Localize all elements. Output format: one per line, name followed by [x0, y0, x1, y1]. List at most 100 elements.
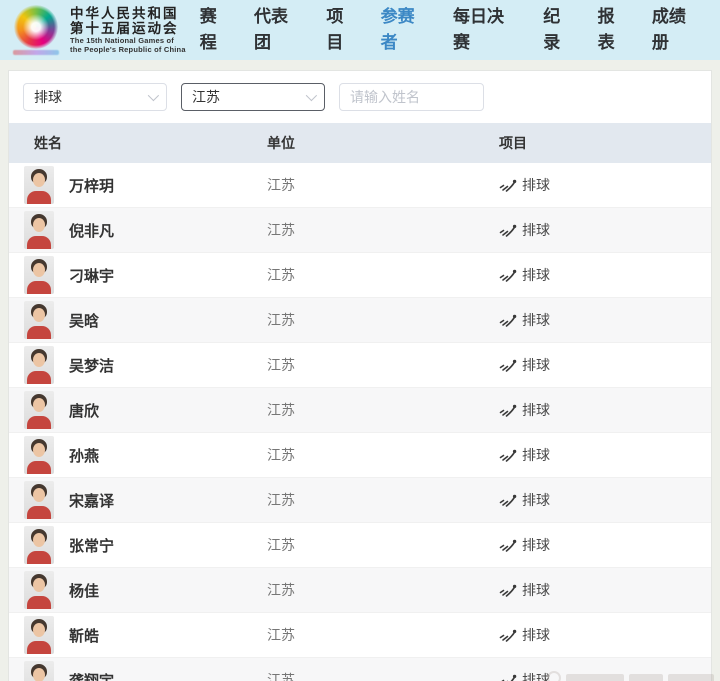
games-emblem-icon	[14, 5, 58, 49]
logo-text: 中华人民共和国 第十五届运动会 The 15th National Games …	[70, 6, 186, 54]
athlete-name: 宋嘉译	[69, 490, 114, 511]
athlete-name: 龚翔宇	[69, 670, 114, 681]
table-row[interactable]: 刁琳宇 江苏 排球	[9, 253, 711, 298]
athlete-name: 孙燕	[69, 445, 99, 466]
unit-cell: 江苏	[267, 535, 499, 555]
games-emblem-caption	[13, 50, 59, 55]
athlete-name: 张常宁	[69, 535, 114, 556]
volleyball-icon	[499, 538, 517, 553]
athlete-name: 吴晗	[69, 310, 99, 331]
table-row[interactable]: 孙燕 江苏 排球	[9, 433, 711, 478]
unit-cell: 江苏	[267, 220, 499, 240]
event-label: 排球	[522, 580, 550, 600]
event-label: 排球	[522, 400, 550, 420]
event-cell: 排球	[499, 490, 711, 510]
volleyball-icon	[499, 223, 517, 238]
athlete-photo	[24, 481, 54, 519]
event-label: 排球	[522, 355, 550, 375]
unit-cell: 江苏	[267, 445, 499, 465]
top-header: 中华人民共和国 第十五届运动会 The 15th National Games …	[0, 0, 720, 60]
athlete-cell: 刁琳宇	[24, 256, 267, 294]
athlete-photo	[24, 256, 54, 294]
unit-cell: 江苏	[267, 355, 499, 375]
region-select[interactable]: 江苏	[181, 83, 325, 111]
athlete-photo	[24, 571, 54, 609]
chevron-down-icon	[148, 90, 159, 101]
athlete-photo	[24, 436, 54, 474]
sport-select[interactable]: 排球	[23, 83, 167, 111]
athlete-photo	[24, 661, 54, 681]
event-label: 排球	[522, 625, 550, 645]
unit-cell: 江苏	[267, 625, 499, 645]
unit-cell: 江苏	[267, 400, 499, 420]
event-cell: 排球	[499, 310, 711, 330]
column-header-name: 姓名	[34, 133, 267, 153]
main-nav: 赛程 代表团 项目 参赛者 每日决赛 纪录 报表 成绩册	[200, 4, 706, 57]
nav-item-results-book[interactable]: 成绩册	[652, 4, 690, 57]
column-header-unit: 单位	[267, 133, 499, 153]
event-cell: 排球	[499, 445, 711, 465]
volleyball-icon	[499, 628, 517, 643]
athlete-photo	[24, 526, 54, 564]
table-header: 姓名 单位 项目	[9, 123, 711, 163]
nav-item-records[interactable]: 纪录	[543, 4, 563, 57]
table-row[interactable]: 龚翔宇 江苏 排球	[9, 658, 711, 681]
athlete-cell: 吴梦洁	[24, 346, 267, 384]
event-label: 排球	[522, 670, 550, 681]
table-row[interactable]: 宋嘉译 江苏 排球	[9, 478, 711, 523]
volleyball-icon	[499, 268, 517, 283]
unit-cell: 江苏	[267, 670, 499, 681]
athlete-photo	[24, 391, 54, 429]
event-cell: 排球	[499, 535, 711, 555]
table-row[interactable]: 唐欣 江苏 排球	[9, 388, 711, 433]
unit-cell: 江苏	[267, 265, 499, 285]
table-row[interactable]: 杨佳 江苏 排球	[9, 568, 711, 613]
event-cell: 排球	[499, 625, 711, 645]
chevron-down-icon	[306, 90, 317, 101]
name-search-input[interactable]	[339, 83, 484, 111]
volleyball-icon	[499, 403, 517, 418]
athlete-name: 万梓玥	[69, 175, 114, 196]
nav-item-reports[interactable]: 报表	[598, 4, 618, 57]
event-label: 排球	[522, 220, 550, 240]
nav-item-schedule[interactable]: 赛程	[200, 4, 220, 57]
games-logo	[10, 5, 62, 55]
athlete-cell: 吴晗	[24, 301, 267, 339]
unit-cell: 江苏	[267, 490, 499, 510]
table-row[interactable]: 万梓玥 江苏 排球	[9, 163, 711, 208]
athlete-table: 万梓玥 江苏 排球 倪非凡 江苏 排球 刁琳宇 江苏	[9, 163, 711, 681]
athlete-cell: 倪非凡	[24, 211, 267, 249]
nav-item-delegations[interactable]: 代表团	[254, 4, 292, 57]
volleyball-icon	[499, 178, 517, 193]
athlete-name: 靳皓	[69, 625, 99, 646]
unit-cell: 江苏	[267, 580, 499, 600]
nav-item-daily-finals[interactable]: 每日决赛	[453, 4, 509, 57]
table-row[interactable]: 吴晗 江苏 排球	[9, 298, 711, 343]
event-label: 排球	[522, 490, 550, 510]
athlete-cell: 唐欣	[24, 391, 267, 429]
volleyball-icon	[499, 583, 517, 598]
athlete-name: 倪非凡	[69, 220, 114, 241]
athlete-name: 杨佳	[69, 580, 99, 601]
column-header-event: 项目	[499, 133, 711, 153]
nav-item-events[interactable]: 项目	[326, 4, 346, 57]
table-row[interactable]: 靳皓 江苏 排球	[9, 613, 711, 658]
table-row[interactable]: 吴梦洁 江苏 排球	[9, 343, 711, 388]
athlete-photo	[24, 301, 54, 339]
event-cell: 排球	[499, 175, 711, 195]
logo-title-line2: 第十五届运动会	[70, 21, 186, 37]
table-row[interactable]: 倪非凡 江苏 排球	[9, 208, 711, 253]
event-label: 排球	[522, 445, 550, 465]
table-row[interactable]: 张常宁 江苏 排球	[9, 523, 711, 568]
athlete-name: 唐欣	[69, 400, 99, 421]
event-cell: 排球	[499, 400, 711, 420]
volleyball-icon	[499, 493, 517, 508]
content-panel: 排球 江苏 姓名 单位 项目 万梓玥 江苏 排球	[8, 70, 712, 681]
athlete-cell: 杨佳	[24, 571, 267, 609]
athlete-photo	[24, 166, 54, 204]
nav-item-participants[interactable]: 参赛者	[381, 4, 419, 57]
athlete-cell: 靳皓	[24, 616, 267, 654]
sport-select-value: 排球	[34, 87, 62, 107]
athlete-cell: 宋嘉译	[24, 481, 267, 519]
logo-subtitle-line2: the People's Republic of China	[70, 46, 186, 55]
